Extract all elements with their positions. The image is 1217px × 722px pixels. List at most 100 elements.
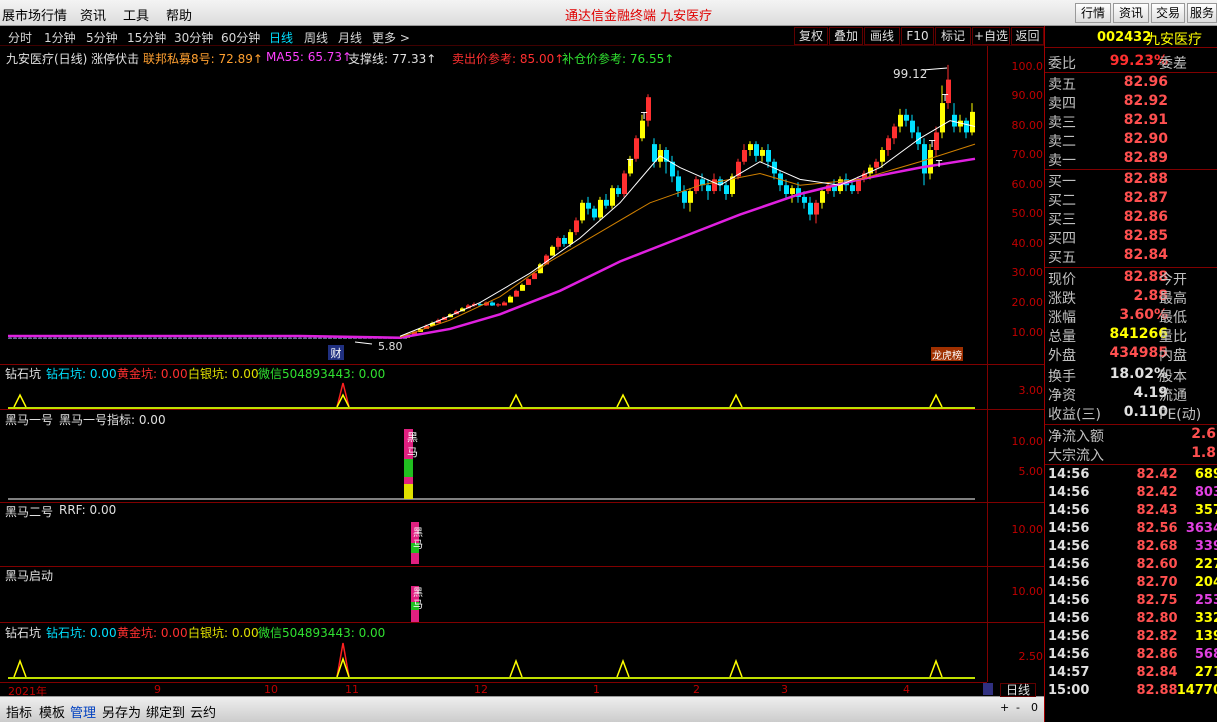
panel5-axis: 2.50 <box>1018 650 1044 663</box>
sell-row[interactable]: 卖二 82.90 <box>1045 131 1217 150</box>
diamond-pit-spikes <box>13 382 943 408</box>
label: 净流入额 <box>1048 429 1104 445</box>
tick-row: 14:5682.563634 <box>1045 521 1217 539</box>
news-button[interactable]: 资讯 <box>1113 3 1149 23</box>
stat-row: 净资 4.19 流通 <box>1045 385 1217 404</box>
add-watchlist-button[interactable]: +自选 <box>972 27 1010 45</box>
spike <box>13 393 27 408</box>
stat-row: 换手 18.02% 股本 <box>1045 366 1217 385</box>
trade-button[interactable]: 交易 <box>1151 3 1185 23</box>
candle-body <box>293 337 297 339</box>
heima1-bar-yellow <box>404 484 413 499</box>
date-label: 4 <box>903 683 910 696</box>
draw-line-button[interactable]: 画线 <box>864 27 900 45</box>
buy-row[interactable]: 买一 82.88 <box>1045 171 1217 190</box>
candle-body <box>178 337 182 339</box>
period-60min[interactable]: 60分钟 <box>221 29 260 46</box>
panel5-gold: 黄金坑: 0.00 <box>117 626 188 640</box>
dragon-tiger-badge[interactable]: 龙虎榜 <box>931 347 963 362</box>
tab-template[interactable]: 模板 <box>39 702 65 721</box>
candle-body <box>168 337 172 339</box>
period-monthly[interactable]: 月线 <box>338 29 362 46</box>
candle-body <box>118 337 122 339</box>
candle-body <box>508 296 513 303</box>
sell-row[interactable]: 卖四 82.92 <box>1045 93 1217 112</box>
candle-body <box>63 337 67 339</box>
candle-body <box>724 185 729 194</box>
tab-save-as[interactable]: 另存为 <box>102 702 141 721</box>
chart-title: 九安医疗(日线) 涨停伏击 <box>6 52 140 66</box>
sell-row[interactable]: 卖三 82.91 <box>1045 112 1217 131</box>
candle-body <box>640 120 645 139</box>
indicator-ma55: MA55: 65.73↑ <box>266 50 353 64</box>
finance-badge[interactable]: 财 <box>328 345 344 360</box>
menu-market[interactable]: 展市场行情 <box>2 5 67 24</box>
mark-button[interactable]: 标记 <box>935 27 971 45</box>
spike <box>509 658 523 678</box>
tab-indicator[interactable]: 指标 <box>6 702 32 721</box>
char: 黑 <box>407 431 418 444</box>
char: 马 <box>407 446 418 459</box>
sell-row[interactable]: 卖一 82.89 <box>1045 150 1217 169</box>
period-1min[interactable]: 1分钟 <box>44 29 76 46</box>
axis-tick: 10.00 <box>1011 326 1044 339</box>
period-30min[interactable]: 30分钟 <box>174 29 213 46</box>
buy-row[interactable]: 买四 82.85 <box>1045 228 1217 247</box>
buy-row[interactable]: 买三 82.86 <box>1045 209 1217 228</box>
candles <box>8 64 975 339</box>
candle-body <box>223 337 227 339</box>
menu-tools[interactable]: 工具 <box>123 5 149 24</box>
tick-price: 82.43 <box>1136 503 1178 518</box>
period-weekly[interactable]: 周线 <box>304 29 328 46</box>
price: 82.87 <box>1123 190 1168 206</box>
fuquan-button[interactable]: 复权 <box>794 27 828 45</box>
tab-manage[interactable]: 管理 <box>70 702 96 721</box>
back-button[interactable]: 返回 <box>1011 27 1044 45</box>
panel1-axis: 3.00 <box>1018 384 1044 397</box>
menu-news[interactable]: 资讯 <box>80 5 106 24</box>
buy-row[interactable]: 买二 82.87 <box>1045 190 1217 209</box>
buy-row[interactable]: 买五 82.84 <box>1045 247 1217 266</box>
candle-body <box>808 202 813 215</box>
candle-body <box>940 103 945 133</box>
zoom-in-button[interactable]: + <box>1000 701 1009 714</box>
label: 大宗流入 <box>1048 448 1104 464</box>
candle-body <box>754 144 759 156</box>
candle-body <box>688 191 693 203</box>
candle-body <box>850 185 855 192</box>
candle-body <box>248 337 252 339</box>
tick-price: 82.42 <box>1136 485 1178 500</box>
reset-button[interactable]: 0 <box>1031 701 1038 714</box>
zoom-out-button[interactable]: - <box>1016 701 1020 714</box>
tab-bind-to[interactable]: 绑定到 <box>146 702 185 721</box>
tick-volume: 139 <box>1194 629 1217 644</box>
axis-tick: 100.0 <box>1011 60 1044 73</box>
period-fenshi[interactable]: 分时 <box>8 29 32 46</box>
top-menu-bar: 展市场行情 资讯 工具 帮助 通达信金融终端 九安医疗 行情 资讯 交易 服务 <box>0 0 1217 26</box>
sell-row[interactable]: 卖五 82.96 <box>1045 74 1217 93</box>
period-more[interactable]: 更多 > <box>372 29 410 46</box>
period-indicator[interactable]: 日线 <box>1000 683 1036 697</box>
period-daily[interactable]: 日线 <box>269 29 293 46</box>
label: 涨幅 <box>1048 310 1076 326</box>
label: 涨跌 <box>1048 291 1076 307</box>
period-5min[interactable]: 5分钟 <box>86 29 118 46</box>
candle-body <box>203 337 207 339</box>
date-label: 1 <box>593 683 600 696</box>
candle-body <box>48 337 52 339</box>
period-15min[interactable]: 15分钟 <box>127 29 166 46</box>
f10-button[interactable]: F10 <box>901 27 934 45</box>
date-label: 11 <box>345 683 359 696</box>
service-button[interactable]: 服务 <box>1187 3 1217 23</box>
heima2-text: 黑马 <box>413 528 423 552</box>
quote-button[interactable]: 行情 <box>1075 3 1111 23</box>
scroll-icon[interactable] <box>983 683 993 695</box>
tab-cloud[interactable]: 云约 <box>190 702 216 721</box>
overlay-button[interactable]: 叠加 <box>829 27 863 45</box>
stat-row: 涨跌 2.88 最高 <box>1045 288 1217 307</box>
menu-help[interactable]: 帮助 <box>166 5 192 24</box>
spike <box>929 658 943 678</box>
date-label: 10 <box>264 683 278 696</box>
candle-body <box>123 337 127 339</box>
char: 黑 <box>413 588 423 599</box>
